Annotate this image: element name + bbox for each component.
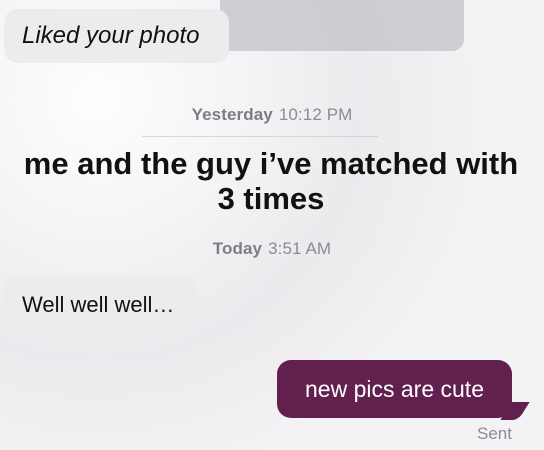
received-message-text: Well well well… bbox=[22, 292, 175, 317]
liked-photo-text: Liked your photo bbox=[22, 22, 200, 49]
sent-message[interactable]: new pics are cute bbox=[277, 360, 512, 418]
sent-status: Sent bbox=[477, 424, 512, 443]
today-label: Today bbox=[212, 239, 263, 258]
sent-message-text: new pics are cute bbox=[305, 375, 484, 402]
today-time: 3:51 AM bbox=[268, 239, 332, 258]
yesterday-label: Yesterday bbox=[191, 105, 273, 124]
received-message[interactable]: Well well well… bbox=[4, 277, 198, 333]
yesterday-timestamp: Yesterday 10:12 PM bbox=[0, 105, 544, 125]
chat-screen: Liked your photo Yesterday 10:12 PM me an… bbox=[0, 0, 544, 450]
today-timestamp: Today 3:51 AM bbox=[0, 239, 544, 259]
yesterday-time: 10:12 PM bbox=[278, 105, 353, 124]
previous-message-bubble[interactable] bbox=[220, 0, 464, 51]
overlay-caption: me and the guy i’ve matched with 3 times bbox=[23, 146, 519, 217]
timestamp-divider bbox=[142, 136, 378, 137]
liked-photo-message[interactable]: Liked your photo bbox=[4, 9, 229, 63]
